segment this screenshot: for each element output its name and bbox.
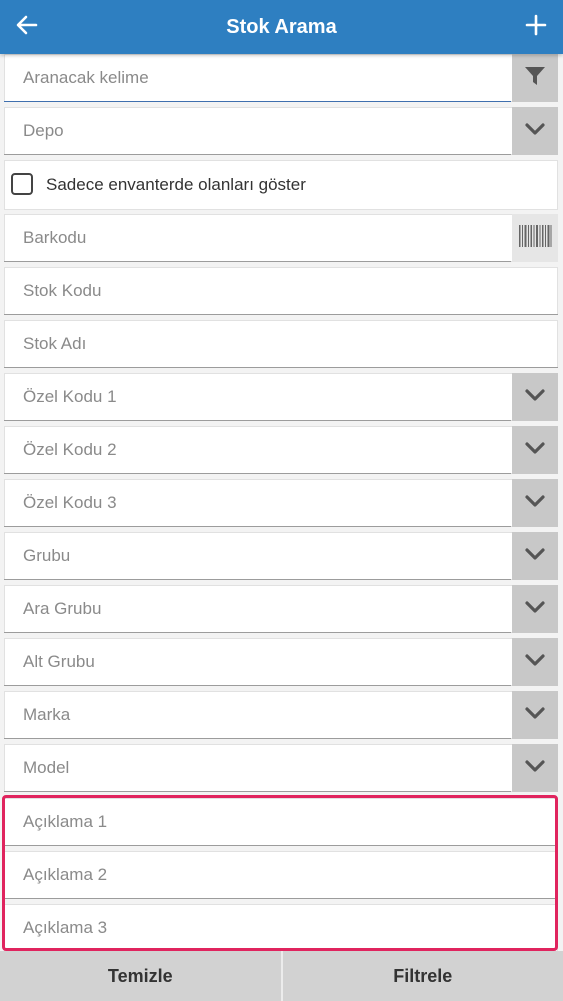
aciklama-3-input[interactable]: Açıklama 3 xyxy=(4,904,558,952)
grubu-placeholder: Grubu xyxy=(23,546,71,565)
chevron-down-icon xyxy=(524,494,546,513)
ozel-kodu-1-select[interactable]: Özel Kodu 1 xyxy=(4,373,558,421)
chevron-down-icon xyxy=(524,706,546,725)
ozel-kodu-3-underline xyxy=(4,526,511,527)
aciklama-1-underline xyxy=(4,845,558,846)
alt-grubu-placeholder: Alt Grubu xyxy=(23,652,95,671)
stok-adi-input[interactable]: Stok Adı xyxy=(4,320,558,368)
depo-placeholder: Depo xyxy=(23,121,64,140)
depo-underline xyxy=(4,154,511,155)
aciklama-1-input[interactable]: Açıklama 1 xyxy=(4,798,558,846)
search-underline xyxy=(4,101,511,102)
inventory-only-checkbox[interactable] xyxy=(11,173,33,195)
grubu-select[interactable]: Grubu xyxy=(4,532,558,580)
bottom-action-bar: Temizle Filtrele xyxy=(0,951,563,1001)
aciklama-1-placeholder: Açıklama 1 xyxy=(23,812,108,831)
clear-button[interactable]: Temizle xyxy=(0,951,281,1001)
stok-kodu-underline xyxy=(4,314,558,315)
model-underline xyxy=(4,791,511,792)
stok-kodu-placeholder: Stok Kodu xyxy=(23,281,102,300)
model-dropdown-button[interactable] xyxy=(512,744,558,792)
funnel-icon xyxy=(523,64,547,93)
barcode-scan-button[interactable] xyxy=(512,214,558,262)
inventory-only-row[interactable]: Sadece envanterde olanları göster xyxy=(4,160,558,210)
add-button[interactable] xyxy=(511,0,561,54)
barkodu-input[interactable]: Barkodu xyxy=(4,214,558,262)
barcode-icon xyxy=(518,224,552,253)
chevron-down-icon xyxy=(524,441,546,460)
chevron-down-icon xyxy=(524,600,546,619)
chevron-down-icon xyxy=(524,388,546,407)
ozel-kodu-2-placeholder: Özel Kodu 2 xyxy=(23,440,117,459)
ara-grubu-underline xyxy=(4,632,511,633)
ozel-kodu-1-placeholder: Özel Kodu 1 xyxy=(23,387,117,406)
chevron-down-icon xyxy=(524,122,546,141)
depo-select[interactable]: Depo xyxy=(4,107,558,155)
ara-grubu-dropdown-button[interactable] xyxy=(512,585,558,633)
ozel-kodu-2-dropdown-button[interactable] xyxy=(512,426,558,474)
aciklama-3-placeholder: Açıklama 3 xyxy=(23,918,108,937)
stok-arama-screen: Stok Arama Aranacak kelime Depo Sadece e… xyxy=(0,0,563,1001)
inventory-only-label: Sadece envanterde olanları göster xyxy=(46,175,306,194)
filter-submit-button[interactable]: Filtrele xyxy=(280,951,563,1001)
ara-grubu-placeholder: Ara Grubu xyxy=(23,599,102,618)
stok-adi-underline xyxy=(4,367,558,368)
ara-grubu-select[interactable]: Ara Grubu xyxy=(4,585,558,633)
ozel-kodu-2-select[interactable]: Özel Kodu 2 xyxy=(4,426,558,474)
grubu-underline xyxy=(4,579,511,580)
page-title: Stok Arama xyxy=(226,16,337,38)
ozel-kodu-3-dropdown-button[interactable] xyxy=(512,479,558,527)
barkodu-placeholder: Barkodu xyxy=(23,228,87,247)
ozel-kodu-3-select[interactable]: Özel Kodu 3 xyxy=(4,479,558,527)
ozel-kodu-1-underline xyxy=(4,420,511,421)
alt-grubu-dropdown-button[interactable] xyxy=(512,638,558,686)
alt-grubu-underline xyxy=(4,685,511,686)
chevron-down-icon xyxy=(524,547,546,566)
chevron-down-icon xyxy=(524,653,546,672)
aciklama-2-placeholder: Açıklama 2 xyxy=(23,865,108,884)
ozel-kodu-3-placeholder: Özel Kodu 3 xyxy=(23,493,117,512)
aciklama-2-underline xyxy=(4,898,558,899)
app-bar: Stok Arama xyxy=(0,0,563,54)
filter-button[interactable] xyxy=(512,54,558,102)
aciklama-2-input[interactable]: Açıklama 2 xyxy=(4,851,558,899)
alt-grubu-select[interactable]: Alt Grubu xyxy=(4,638,558,686)
barkodu-underline xyxy=(4,261,511,262)
marka-select[interactable]: Marka xyxy=(4,691,558,739)
depo-dropdown-button[interactable] xyxy=(512,107,558,155)
marka-dropdown-button[interactable] xyxy=(512,691,558,739)
chevron-down-icon xyxy=(524,759,546,778)
stok-adi-placeholder: Stok Adı xyxy=(23,334,87,353)
stok-kodu-input[interactable]: Stok Kodu xyxy=(4,267,558,315)
plus-icon xyxy=(524,13,548,42)
marka-placeholder: Marka xyxy=(23,705,71,724)
ozel-kodu-1-dropdown-button[interactable] xyxy=(512,373,558,421)
model-placeholder: Model xyxy=(23,758,70,777)
ozel-kodu-2-underline xyxy=(4,473,511,474)
search-input[interactable]: Aranacak kelime xyxy=(4,54,558,102)
search-placeholder: Aranacak kelime xyxy=(23,68,149,87)
marka-underline xyxy=(4,738,511,739)
grubu-dropdown-button[interactable] xyxy=(512,532,558,580)
model-select[interactable]: Model xyxy=(4,744,558,792)
